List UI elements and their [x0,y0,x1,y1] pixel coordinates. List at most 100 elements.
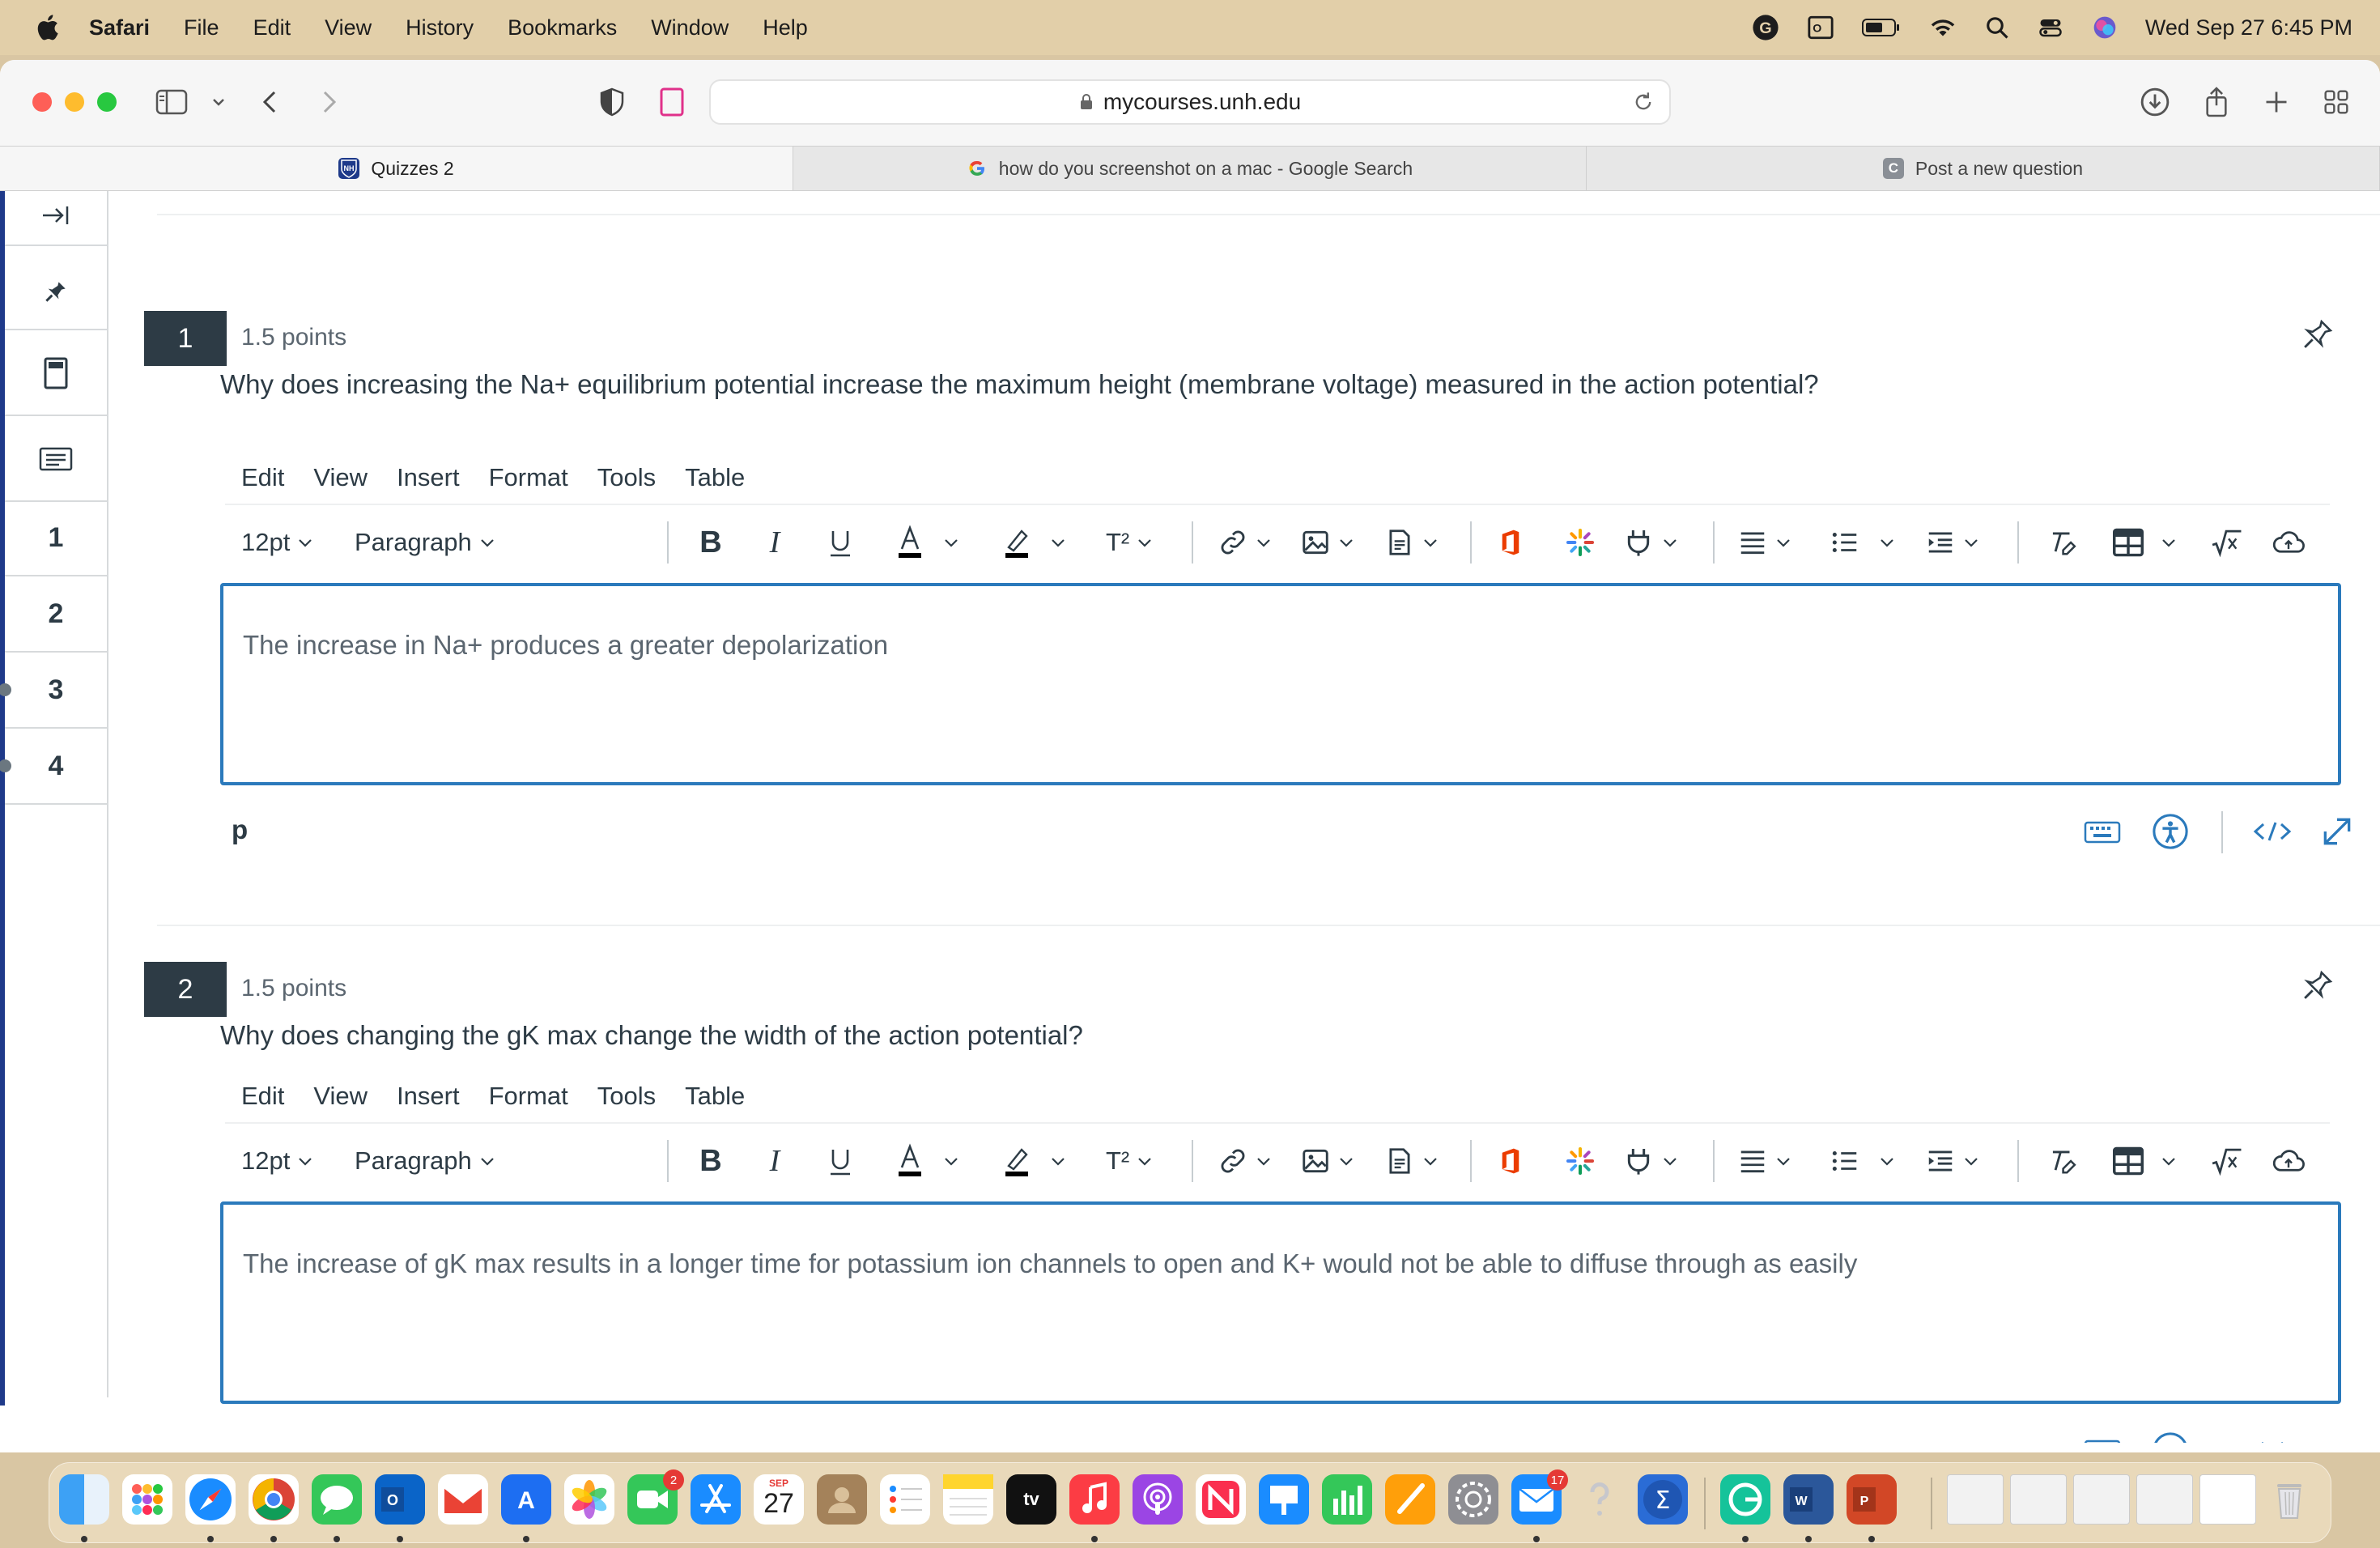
highlight-color-button[interactable] [1002,518,1067,567]
office-365-button[interactable] [1498,1137,1524,1185]
photos-icon[interactable] [564,1474,614,1525]
italic-button[interactable]: I [763,1137,787,1185]
editor-menu-edit[interactable]: Edit [241,1082,284,1111]
music-icon[interactable] [1069,1474,1120,1525]
gmail-icon[interactable] [438,1474,488,1525]
address-bar[interactable]: mycourses.unh.edu [709,79,1671,125]
expand-sidebar-icon[interactable] [5,186,107,246]
menu-view[interactable]: View [325,15,372,40]
control-center-icon[interactable] [2037,15,2064,40]
editor-menu-edit[interactable]: Edit [241,463,284,492]
system-settings-icon[interactable] [1448,1474,1498,1525]
plugins-button[interactable] [1622,518,1679,567]
html-editor-icon[interactable] [2252,1430,2293,1443]
clear-formatting-button[interactable] [2046,1137,2077,1185]
editor-menu-table[interactable]: Table [685,463,745,492]
bold-button[interactable]: B [696,1137,725,1185]
self-service-icon[interactable]: A [501,1474,551,1525]
pin-question-icon[interactable] [2302,319,2335,351]
reload-icon[interactable] [1632,91,1655,113]
bullet-list-button[interactable] [1830,1137,1896,1185]
table-button[interactable] [2111,518,2178,567]
menu-file[interactable]: File [184,15,219,40]
chrome-icon[interactable] [249,1474,299,1525]
privacy-shield-icon[interactable] [594,84,630,120]
extension-icon[interactable] [654,84,690,120]
outlook-status-icon[interactable]: O [1807,14,1834,41]
indent-button[interactable] [1925,1137,1980,1185]
apple-menu-icon[interactable] [32,11,65,44]
font-size-select[interactable]: 12pt [241,518,314,567]
answer-text[interactable]: The increase in Na+ produces a greater d… [243,630,888,661]
fullscreen-icon[interactable] [2317,811,2357,852]
editor-menu-table[interactable]: Table [685,1082,745,1111]
block-format-select[interactable]: Paragraph [355,518,496,567]
contacts-icon[interactable] [817,1474,867,1525]
element-path[interactable]: p [232,814,248,845]
equation-button[interactable] [2210,1137,2242,1185]
calendar-icon[interactable]: SEP 27 [754,1474,804,1525]
downloads-icon[interactable] [2137,84,2173,120]
accessibility-checker-icon[interactable] [2150,1430,2191,1443]
apps-button[interactable] [1564,1137,1596,1185]
minimized-window-thumbnail[interactable] [2199,1474,2256,1525]
sidebar-toggle-icon[interactable] [154,84,189,120]
editor-menu-format[interactable]: Format [489,463,568,492]
keyboard-shortcuts-icon[interactable] [2082,811,2123,852]
word-icon[interactable]: W [1783,1474,1834,1525]
text-color-button[interactable] [895,518,960,567]
numbers-icon[interactable] [1322,1474,1372,1525]
menu-bookmarks[interactable]: Bookmarks [508,15,617,40]
sidebar-question-1[interactable]: 1 [5,500,107,576]
wifi-icon[interactable] [1928,15,1957,40]
menu-edit[interactable]: Edit [253,15,291,40]
pin-question-icon[interactable] [2302,970,2335,1002]
launchpad-icon[interactable] [122,1474,172,1525]
tab-post-question[interactable]: C Post a new question [1587,147,2380,190]
menu-window[interactable]: Window [651,15,729,40]
cloud-upload-button[interactable] [2272,1137,2306,1185]
fullscreen-icon[interactable] [2317,1430,2341,1443]
minimized-window-thumbnail[interactable] [2010,1474,2067,1525]
news-icon[interactable] [1196,1474,1246,1525]
italic-button[interactable]: I [763,518,787,567]
bullet-list-button[interactable] [1830,518,1896,567]
editor-menu-format[interactable]: Format [489,1082,568,1111]
messages-icon[interactable] [312,1474,362,1525]
underline-button[interactable] [826,518,855,567]
notes-app-icon[interactable] [943,1474,993,1525]
minimized-window-thumbnail[interactable] [2136,1474,2193,1525]
menu-app-name[interactable]: Safari [89,15,150,40]
menubar-clock[interactable]: Wed Sep 27 6:45 PM [2145,15,2352,40]
sidebar-question-2[interactable]: 2 [5,576,107,653]
spotlight-search-icon[interactable] [1985,15,2009,40]
grammarly-app-icon[interactable] [1720,1474,1770,1525]
text-color-button[interactable] [895,1137,960,1185]
clear-formatting-button[interactable] [2046,518,2077,567]
superscript-button[interactable]: T² [1106,518,1154,567]
indent-button[interactable] [1925,518,1980,567]
sidebar-question-3[interactable]: 3 [0,653,107,729]
keyboard-shortcuts-icon[interactable] [2082,1430,2123,1443]
zoom-window-button[interactable] [97,92,117,112]
grammarly-icon[interactable]: G [1752,14,1779,41]
minimize-window-button[interactable] [65,92,84,112]
menu-history[interactable]: History [406,15,474,40]
document-button[interactable] [1384,518,1439,567]
editor-menu-tools[interactable]: Tools [597,463,656,492]
editor-menu-insert[interactable]: Insert [397,463,460,492]
editor-menu-view[interactable]: View [313,1082,368,1111]
align-button[interactable] [1737,518,1792,567]
equation-button[interactable] [2210,518,2242,567]
siri-icon[interactable] [2092,15,2118,40]
accessibility-checker-icon[interactable] [2150,811,2191,852]
reminders-icon[interactable] [880,1474,930,1525]
trash-icon[interactable] [2264,1474,2314,1525]
calculator-icon[interactable] [5,332,107,416]
menu-help[interactable]: Help [763,15,808,40]
battery-icon[interactable] [1861,16,1901,39]
answer-text[interactable]: The increase of gK max results in a long… [243,1248,1857,1279]
app-store-icon[interactable] [691,1474,741,1525]
highlight-color-button[interactable] [1002,1137,1067,1185]
back-button[interactable] [253,84,288,120]
